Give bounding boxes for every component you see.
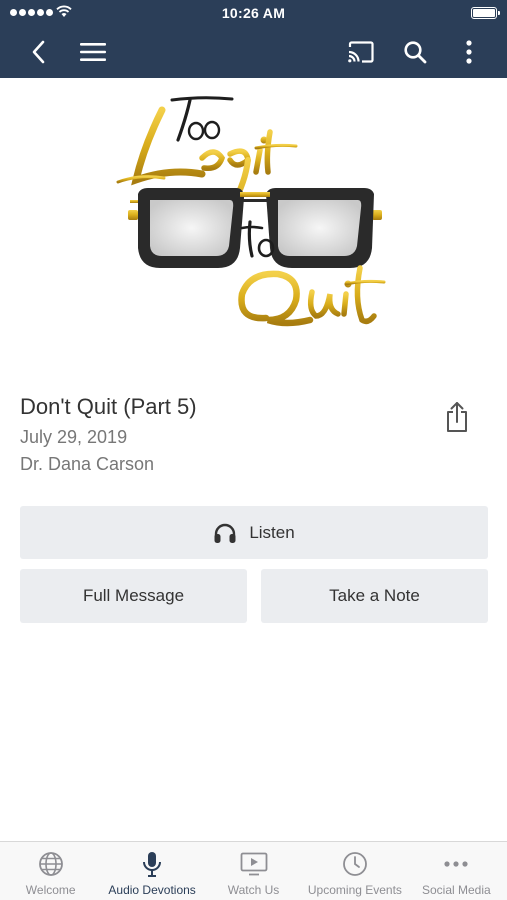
search-button[interactable] [397, 34, 433, 70]
battery-icon [471, 7, 500, 19]
video-play-icon [240, 850, 268, 878]
status-time: 10:26 AM [221, 5, 286, 21]
series-artwork [110, 88, 400, 350]
tab-watch-us[interactable]: Watch Us [203, 842, 304, 900]
tab-label: Audio Devotions [108, 883, 196, 897]
message-title: Don't Quit (Part 5) [20, 394, 197, 419]
back-button[interactable] [20, 34, 56, 70]
share-button[interactable] [440, 398, 474, 436]
tab-bar: Welcome Audio Devotions Watch Us Upcomin… [0, 841, 507, 900]
take-a-note-label: Take a Note [329, 586, 420, 605]
listen-button[interactable]: Listen [20, 506, 488, 559]
tab-audio-devotions[interactable]: Audio Devotions [101, 842, 202, 900]
search-icon [404, 41, 427, 64]
more-dots-icon [442, 850, 470, 878]
status-bar: 10:26 AM [0, 0, 507, 26]
cast-icon [348, 41, 374, 63]
more-options-button[interactable] [451, 34, 487, 70]
tab-label: Watch Us [227, 883, 280, 897]
message-info: Don't Quit (Part 5) July 29, 2019 Dr. Da… [20, 394, 197, 475]
share-icon [447, 402, 467, 432]
microphone-icon [138, 850, 166, 878]
tab-upcoming-events[interactable]: Upcoming Events [304, 842, 405, 900]
message-speaker: Dr. Dana Carson [20, 454, 155, 474]
tab-welcome[interactable]: Welcome [0, 842, 101, 900]
tab-social-media[interactable]: Social Media [406, 842, 507, 900]
vertical-ellipsis-icon [466, 40, 472, 64]
menu-button[interactable] [75, 34, 111, 70]
clock-icon [341, 850, 369, 878]
tab-label: Social Media [421, 883, 491, 897]
listen-label: Listen [249, 522, 295, 542]
cast-button[interactable] [343, 34, 379, 70]
hamburger-menu-icon [80, 43, 106, 61]
tab-label: Welcome [25, 883, 76, 897]
headphones-icon [214, 523, 236, 543]
chevron-left-icon [32, 40, 45, 64]
message-date: July 29, 2019 [20, 427, 128, 447]
navigation-bar [0, 26, 507, 78]
too-legit-to-quit-logo [116, 96, 386, 327]
globe-icon [37, 850, 65, 878]
full-message-button[interactable]: Full Message [20, 569, 247, 623]
full-message-label: Full Message [82, 586, 185, 605]
tab-label: Upcoming Events [307, 883, 402, 897]
take-a-note-button[interactable]: Take a Note [261, 569, 488, 623]
